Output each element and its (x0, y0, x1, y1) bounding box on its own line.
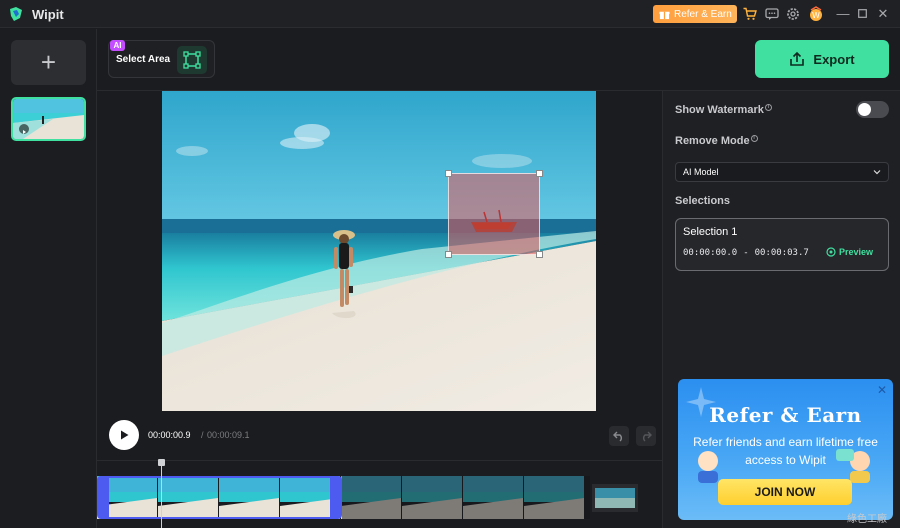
gift-icon (659, 11, 670, 19)
title-bar: Wipit Refer & Earn W — ✕ (0, 0, 900, 28)
svg-text:W: W (812, 11, 820, 20)
play-icon (121, 430, 129, 440)
undo-icon (613, 431, 622, 442)
selection-handle-top-left[interactable] (445, 170, 452, 177)
refer-earn-label: Refer & Earn (674, 8, 732, 20)
play-button[interactable] (109, 420, 139, 450)
show-watermark-toggle[interactable] (856, 101, 889, 118)
promo-title: Refer & Earn (709, 403, 862, 427)
media-thumbnail[interactable] (11, 97, 86, 141)
show-watermark-label: Show Watermark (675, 104, 764, 116)
close-window-button[interactable]: ✕ (874, 5, 892, 23)
selections-label: Selections (675, 195, 731, 207)
time-range-separator: - (743, 248, 749, 258)
remove-mode-heading: Remove Mode i (675, 135, 758, 147)
site-watermark: 綠色工廠 (847, 514, 887, 525)
export-label: Export (813, 51, 855, 67)
selection-start-time[interactable]: 00:00:00.0 (683, 248, 737, 258)
playhead-line (161, 463, 162, 528)
app-title: Wipit (32, 7, 64, 22)
promo-subtitle: Refer friends and earn lifetime free acc… (693, 435, 878, 467)
selection-handle-bottom-left[interactable] (445, 251, 452, 258)
refer-earn-promo[interactable]: ✕ Refer & Earn Refer friends and earn li… (678, 379, 893, 520)
selection-end-time[interactable]: 00:00:03.7 (755, 248, 809, 258)
current-time: 00:00:00.9 (148, 430, 191, 440)
refer-earn-button[interactable]: Refer & Earn (653, 5, 737, 23)
app-logo-icon (10, 7, 22, 21)
playhead-handle[interactable] (158, 459, 165, 466)
redo-icon (643, 431, 652, 442)
time-separator: / (201, 430, 204, 440)
undo-button[interactable] (609, 426, 629, 446)
maximize-button[interactable] (853, 5, 871, 23)
promo-close-icon[interactable]: ✕ (877, 383, 887, 397)
export-icon (790, 51, 805, 66)
media-panel: + (0, 29, 97, 528)
feedback-icon[interactable] (764, 6, 780, 22)
range-handle-left[interactable] (99, 478, 109, 517)
add-media-button[interactable]: + (11, 40, 86, 85)
selection-preview-button[interactable]: Preview (826, 247, 873, 257)
selection-range[interactable] (97, 476, 342, 519)
maximize-icon (857, 9, 867, 18)
show-watermark-heading: Show Watermark i (675, 104, 772, 116)
remove-mode-value: AI Model (683, 167, 719, 177)
remove-mode-label: Remove Mode (675, 135, 750, 147)
selection-time-range: 00:00:00.0 - 00:00:03.7 (683, 248, 809, 258)
cart-icon[interactable] (742, 6, 758, 22)
selection-handle-bottom-right[interactable] (536, 251, 543, 258)
info-icon[interactable]: i (764, 104, 772, 111)
selection-handle-top-right[interactable] (536, 170, 543, 177)
select-area-label: Select Area (116, 54, 171, 65)
selection-content (471, 209, 517, 232)
remove-mode-select[interactable]: AI Model (675, 162, 889, 182)
user-avatar-icon[interactable]: W (808, 6, 824, 22)
chevron-down-icon (873, 170, 881, 175)
select-area-button[interactable] (177, 46, 207, 74)
preview-label: Preview (839, 247, 874, 257)
selection-box[interactable] (448, 173, 540, 255)
minimize-button[interactable]: — (834, 5, 852, 23)
selection-card[interactable]: Selection 1 00:00:00.0 - 00:00:03.7 Prev… (675, 218, 889, 271)
eye-icon (826, 247, 836, 257)
timeline-unselected-overlay (342, 476, 590, 519)
selection-title: Selection 1 (683, 226, 738, 238)
range-handle-right[interactable] (330, 478, 340, 517)
timeline-end-thumbnail (592, 484, 638, 512)
select-area-tool[interactable]: AI Select Area (108, 40, 215, 78)
ai-badge: AI (110, 40, 125, 51)
total-time: 00:00:09.1 (207, 430, 250, 440)
export-button[interactable]: Export (755, 40, 889, 78)
settings-gear-icon[interactable] (785, 6, 801, 22)
join-now-button[interactable]: JOIN NOW (718, 479, 852, 505)
redo-button[interactable] (636, 426, 656, 446)
thumbnail-play-icon (19, 124, 29, 134)
selection-rectangle-icon (183, 51, 201, 69)
info-icon[interactable]: i (750, 135, 758, 142)
toggle-knob (858, 103, 871, 116)
